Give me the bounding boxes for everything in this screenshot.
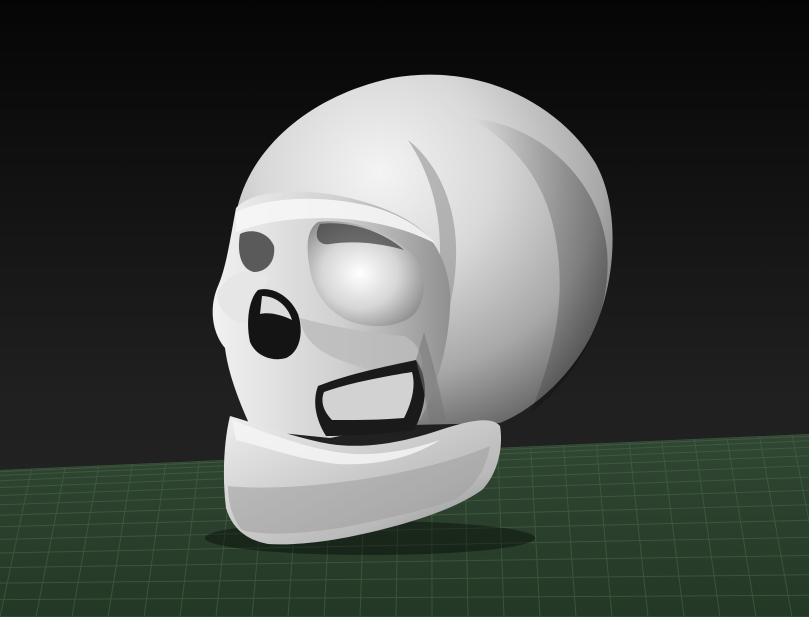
viewport-canvas[interactable] [0,0,809,617]
3d-viewport[interactable] [0,0,809,617]
